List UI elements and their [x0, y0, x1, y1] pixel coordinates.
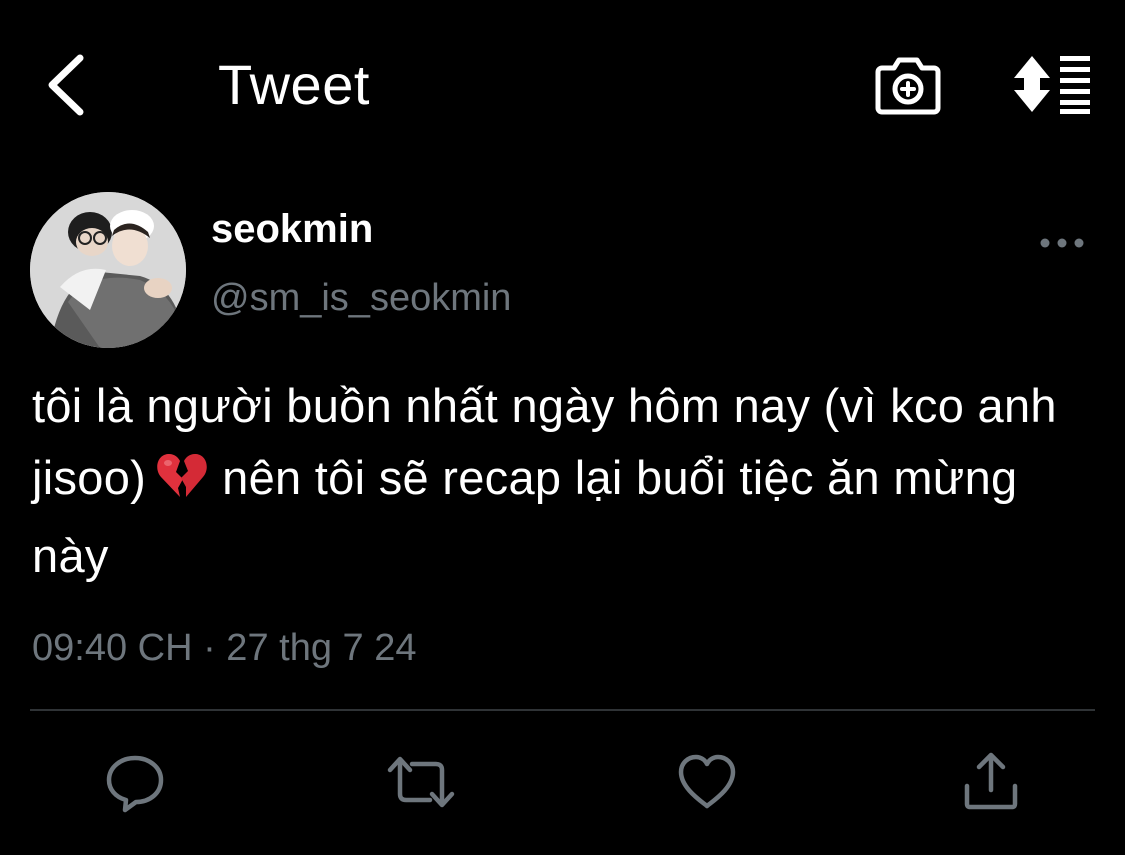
- broken-heart-icon: [156, 448, 208, 520]
- tweet-text: tôi là người buồn nhất ngày hôm nay (vì …: [32, 370, 1102, 592]
- heart-outline-icon: [678, 754, 736, 809]
- page-title: Tweet: [218, 53, 370, 116]
- sort-button[interactable]: [1010, 54, 1092, 114]
- reply-icon: [106, 755, 164, 813]
- author-handle[interactable]: @sm_is_seokmin: [211, 276, 511, 320]
- header-bar: Tweet: [0, 0, 1125, 170]
- camera-button[interactable]: [872, 54, 944, 118]
- camera-plus-icon: [875, 57, 941, 115]
- back-button[interactable]: [38, 50, 98, 120]
- retweet-icon: [387, 756, 455, 808]
- avatar[interactable]: [30, 192, 186, 348]
- tweet-timestamp[interactable]: 09:40 CH · 27 thg 7 24: [32, 624, 416, 672]
- share-button[interactable]: [959, 750, 1023, 814]
- divider: [30, 709, 1095, 711]
- like-button[interactable]: [675, 750, 739, 814]
- more-options-button[interactable]: [1036, 226, 1090, 260]
- tweet-detail-screen: Tweet seokmin @sm_is_seokmin tôi là ngườ…: [0, 0, 1125, 855]
- reply-button[interactable]: [103, 750, 167, 814]
- sort-lines-icon: [1014, 56, 1090, 114]
- author-name[interactable]: seokmin: [211, 206, 373, 252]
- more-horizontal-icon: [1040, 238, 1084, 248]
- chevron-left-icon: [48, 54, 84, 116]
- avatar-photo: [30, 192, 186, 348]
- retweet-button[interactable]: [386, 750, 455, 814]
- share-icon: [964, 752, 1018, 810]
